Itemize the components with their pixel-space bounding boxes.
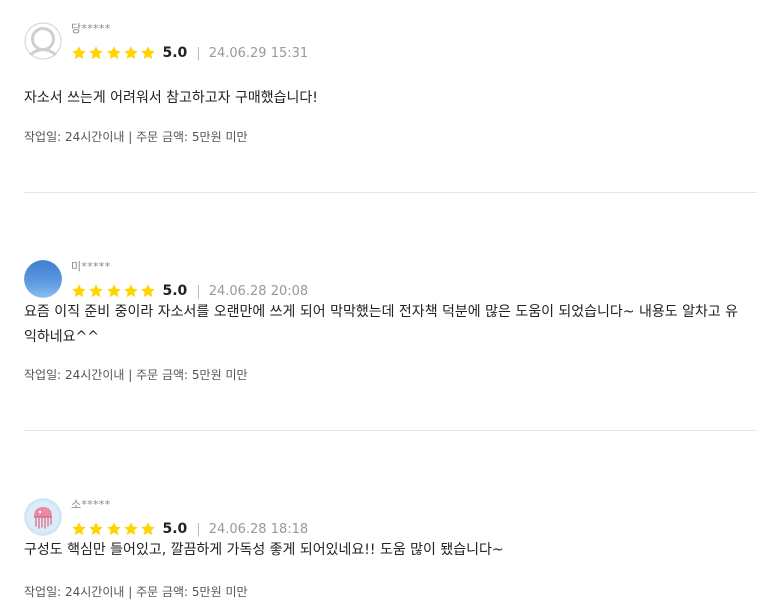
- order-info: 작업일: 24시간이내 | 주문 금액: 5만원 미만: [24, 368, 248, 382]
- star-rating: [71, 521, 157, 537]
- review-content: 구성도 핵심만 들어있고, 깔끔하게 가독성 좋게 되어있네요!! 도움 많이 …: [24, 542, 504, 558]
- meta-separator: |: [196, 283, 201, 299]
- divider: [24, 430, 757, 431]
- rating-score: 5.0: [162, 45, 188, 61]
- review-date: 24.06.28 18:18: [208, 521, 309, 537]
- star-icon: [88, 283, 104, 299]
- star-rating: [71, 45, 157, 61]
- rating-row: 5.0 | 24.06.29 15:31: [71, 44, 308, 62]
- order-info: 작업일: 24시간이내 | 주문 금액: 5만원 미만: [24, 130, 248, 144]
- review-content: 요즘 이직 준비 중이라 자소서를 오랜만에 쓰게 되어 막막했는데 전자책 덕…: [24, 304, 739, 345]
- review-header: 미***** 5.0 | 24.06.28 20:08: [24, 260, 744, 300]
- star-icon: [88, 521, 104, 537]
- star-icon: [71, 45, 87, 61]
- review-header: 소***** 5.0 | 24.06.28 18:18: [24, 498, 744, 538]
- star-icon: [106, 521, 122, 537]
- rating-row: 5.0 | 24.06.28 20:08: [71, 282, 308, 300]
- star-icon: [71, 521, 87, 537]
- review-header: 당***** 5.0 | 24.06.29 15:31: [24, 22, 744, 62]
- meta-separator: |: [196, 45, 201, 61]
- blue-gradient-avatar[interactable]: [24, 260, 62, 298]
- reviewer-name: 소*****: [71, 498, 111, 511]
- rating-score: 5.0: [162, 521, 188, 537]
- star-icon: [106, 45, 122, 61]
- rating-row: 5.0 | 24.06.28 18:18: [71, 520, 308, 538]
- star-icon: [123, 521, 139, 537]
- jellyfish-avatar[interactable]: [24, 498, 62, 536]
- reviewer-name: 미*****: [71, 260, 111, 273]
- star-icon: [140, 45, 156, 61]
- star-icon: [88, 45, 104, 61]
- star-icon: [71, 283, 87, 299]
- star-icon: [123, 45, 139, 61]
- star-icon: [106, 283, 122, 299]
- review-list: 당***** 5.0 | 24.06.29 15:31 자소서 쓰는게 어려워서…: [0, 0, 766, 606]
- star-rating: [71, 283, 157, 299]
- default-profile-icon[interactable]: [24, 22, 62, 60]
- order-info: 작업일: 24시간이내 | 주문 금액: 5만원 미만: [24, 585, 248, 599]
- meta-separator: |: [196, 521, 201, 537]
- star-icon: [140, 283, 156, 299]
- review-date: 24.06.29 15:31: [208, 45, 309, 61]
- star-icon: [140, 521, 156, 537]
- review-date: 24.06.28 20:08: [208, 283, 309, 299]
- rating-score: 5.0: [162, 283, 188, 299]
- review-content: 자소서 쓰는게 어려워서 참고하고자 구매했습니다!: [24, 90, 318, 106]
- reviewer-name: 당*****: [71, 22, 111, 35]
- divider: [24, 192, 757, 193]
- star-icon: [123, 283, 139, 299]
